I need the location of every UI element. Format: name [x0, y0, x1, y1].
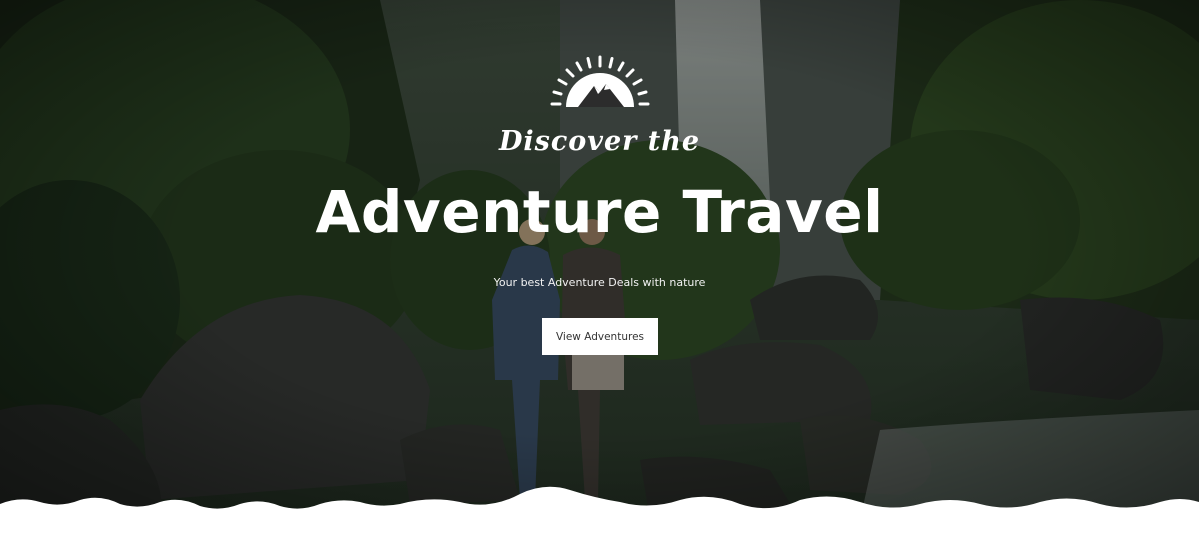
view-adventures-button[interactable]: View Adventures [542, 318, 658, 355]
sunrise-mountain-icon [550, 55, 650, 107]
hero-eyebrow: Discover the [498, 126, 701, 157]
hero-content: Discover the Adventure Travel Your best … [0, 0, 1199, 544]
wave-divider [0, 486, 1199, 544]
hero-section: Discover the Adventure Travel Your best … [0, 0, 1199, 544]
hero-headline: Adventure Travel [315, 178, 884, 246]
hero-tagline: Your best Adventure Deals with nature [493, 276, 706, 289]
